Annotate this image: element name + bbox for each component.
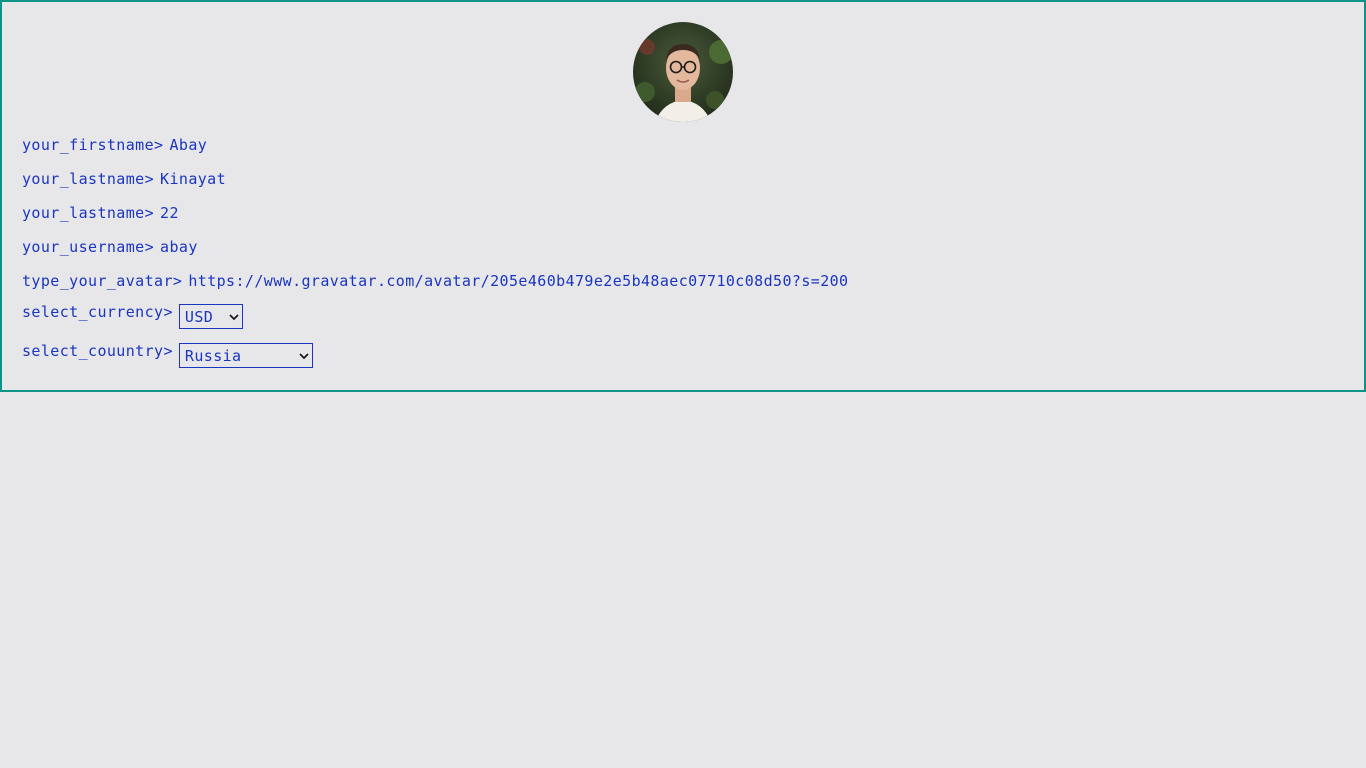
country-label: select_couuntry> xyxy=(22,342,173,360)
firstname-value[interactable]: Abay xyxy=(169,136,207,154)
avatar-url-label: type_your_avatar> xyxy=(22,272,183,290)
country-row: select_couuntry> Russia xyxy=(22,342,313,368)
username-value[interactable]: abay xyxy=(160,238,198,256)
username-row: your_username> abay xyxy=(22,235,198,259)
avatar-image xyxy=(633,22,733,122)
profile-panel: your_firstname> Abay your_lastname> Kina… xyxy=(0,0,1366,392)
country-selected-value: Russia xyxy=(184,346,242,365)
username-label: your_username> xyxy=(22,238,155,256)
chevron-down-icon xyxy=(299,352,309,359)
lastname-value[interactable]: Kinayat xyxy=(160,170,226,188)
lastname-label: your_lastname> xyxy=(22,170,155,188)
avatar-url-value[interactable]: https://www.gravatar.com/avatar/205e460b… xyxy=(188,272,848,290)
chevron-down-icon xyxy=(229,313,239,320)
age-label: your_lastname> xyxy=(22,204,155,222)
age-value[interactable]: 22 xyxy=(160,204,179,222)
country-select[interactable]: Russia xyxy=(178,343,313,368)
age-row: your_lastname> 22 xyxy=(22,201,179,225)
avatar-url-row: type_your_avatar> https://www.gravatar.c… xyxy=(22,269,848,293)
firstname-label: your_firstname> xyxy=(22,136,164,154)
lastname-row: your_lastname> Kinayat xyxy=(22,167,226,191)
currency-row: select_currency> USD xyxy=(22,303,243,329)
firstname-row: your_firstname> Abay xyxy=(22,133,207,157)
currency-label: select_currency> xyxy=(22,303,173,321)
avatar xyxy=(633,22,733,122)
currency-select[interactable]: USD xyxy=(178,304,243,329)
currency-selected-value: USD xyxy=(184,307,214,326)
